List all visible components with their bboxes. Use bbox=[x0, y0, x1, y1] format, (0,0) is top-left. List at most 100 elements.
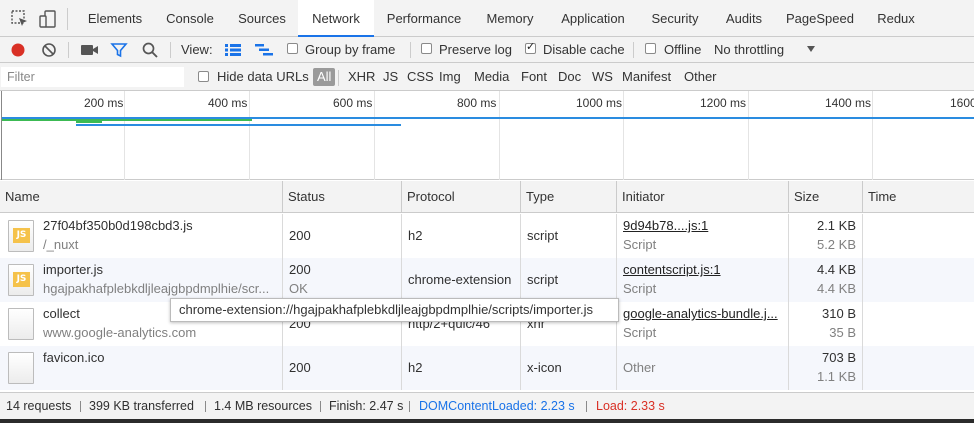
tab-application[interactable]: Application bbox=[552, 0, 634, 37]
tab-console[interactable]: Console bbox=[156, 0, 224, 37]
waterfall-overview-icon[interactable] bbox=[254, 43, 274, 57]
table-row[interactable]: 27f04bf350b0d198cbd3.js /_nuxt 200 h2 sc… bbox=[0, 214, 974, 258]
tab-network[interactable]: Network bbox=[298, 0, 374, 37]
tab-sources[interactable]: Sources bbox=[228, 0, 296, 37]
request-path: www.google-analytics.com bbox=[43, 325, 197, 340]
column-header-size[interactable]: Size bbox=[789, 181, 863, 213]
tab-pagespeed[interactable]: PageSpeed bbox=[782, 0, 858, 37]
throttling-select[interactable]: No throttling bbox=[714, 37, 784, 62]
column-header-protocol[interactable]: Protocol bbox=[402, 181, 521, 213]
filter-type-manifest[interactable]: Manifest bbox=[622, 63, 671, 91]
load-time: Load: 2.33 s bbox=[596, 399, 665, 413]
blank-file-icon bbox=[8, 308, 34, 340]
filter-type-ws[interactable]: WS bbox=[592, 63, 613, 91]
tab-elements[interactable]: Elements bbox=[78, 0, 152, 37]
filter-type-js[interactable]: JS bbox=[383, 63, 398, 91]
filter-type-all[interactable]: All bbox=[313, 68, 336, 86]
initiator-link[interactable]: contentscript.js:1 bbox=[623, 262, 721, 277]
search-icon[interactable] bbox=[141, 41, 159, 59]
group-by-frame-checkbox[interactable] bbox=[287, 43, 298, 54]
devtools-tab-bar: Elements Console Sources Network Perform… bbox=[0, 0, 974, 37]
protocol-value: h2 bbox=[408, 360, 423, 375]
protocol-value: chrome-extension bbox=[408, 272, 512, 287]
large-rows-view-icon[interactable] bbox=[224, 43, 242, 57]
hide-data-urls-checkbox[interactable] bbox=[198, 71, 209, 82]
table-row[interactable]: favicon.ico 200 h2 x-icon Other 703 B 1.… bbox=[0, 346, 974, 390]
request-name: 27f04bf350b0d198cbd3.js bbox=[43, 218, 193, 233]
filter-type-doc[interactable]: Doc bbox=[558, 63, 581, 91]
name-cell: importer.js hgajpakhafplebkdljleajgbpdmp… bbox=[0, 258, 283, 302]
type-cell: x-icon bbox=[521, 346, 617, 390]
status-cell: 200 OK bbox=[283, 258, 402, 302]
dom-content-loaded-time: DOMContentLoaded: 2.23 s bbox=[419, 399, 575, 413]
filter-funnel-icon[interactable] bbox=[110, 41, 128, 59]
tab-divider bbox=[67, 8, 68, 30]
device-toolbar-icon[interactable] bbox=[38, 9, 58, 29]
timeline-bar bbox=[76, 121, 102, 123]
group-by-frame-label: Group by frame bbox=[305, 42, 396, 57]
chevron-down-icon[interactable] bbox=[806, 45, 816, 53]
timeline-tick-label: 200 ms bbox=[84, 96, 124, 110]
request-path: hgajpakhafplebkdljleajgbpdmplhie/scr... bbox=[43, 281, 270, 296]
timeline-gridline bbox=[748, 91, 749, 180]
network-summary-bar: 14 requests 399 KB transferred 1.4 MB re… bbox=[0, 392, 974, 419]
initiator-cell: Other bbox=[617, 346, 789, 390]
tab-memory[interactable]: Memory bbox=[476, 0, 544, 37]
resource-size: 4.4 KB bbox=[816, 281, 856, 296]
timeline-tick-label: 800 ms bbox=[457, 96, 497, 110]
disable-cache-label: Disable cache bbox=[543, 42, 625, 57]
timeline-tick-label: 1200 ms bbox=[700, 96, 747, 110]
filter-type-css[interactable]: CSS bbox=[407, 63, 434, 91]
summary-divider bbox=[409, 401, 410, 412]
summary-divider bbox=[320, 401, 321, 412]
filter-input[interactable] bbox=[1, 67, 184, 87]
network-overview-timeline[interactable]: 200 ms 400 ms 600 ms 800 ms 1000 ms 1200… bbox=[0, 91, 974, 180]
summary-divider bbox=[205, 401, 206, 412]
tab-performance[interactable]: Performance bbox=[378, 0, 470, 37]
column-header-status[interactable]: Status bbox=[283, 181, 402, 213]
protocol-cell: h2 bbox=[402, 214, 521, 258]
timeline-tick-label: 1600 bbox=[950, 96, 974, 110]
column-header-name[interactable]: Name bbox=[0, 181, 283, 213]
filter-type-xhr[interactable]: XHR bbox=[348, 63, 375, 91]
transfer-size: 4.4 KB bbox=[816, 262, 856, 277]
view-label: View: bbox=[181, 42, 213, 57]
column-header-time[interactable]: Time bbox=[863, 181, 974, 213]
name-cell: 27f04bf350b0d198cbd3.js /_nuxt bbox=[0, 214, 283, 258]
transferred-size: 399 KB transferred bbox=[89, 399, 194, 413]
size-cell: 2.1 KB 5.2 KB bbox=[789, 214, 863, 258]
initiator-type: Script bbox=[623, 325, 657, 340]
filter-type-media[interactable]: Media bbox=[474, 63, 509, 91]
protocol-cell: h2 bbox=[402, 346, 521, 390]
column-header-initiator[interactable]: Initiator bbox=[617, 181, 789, 213]
screenshot-camera-icon[interactable] bbox=[80, 42, 100, 58]
timeline-tick-label: 1400 ms bbox=[825, 96, 872, 110]
transfer-size: 310 B bbox=[822, 306, 856, 321]
clear-icon[interactable] bbox=[40, 41, 58, 59]
record-icon[interactable] bbox=[9, 41, 27, 59]
filter-type-font[interactable]: Font bbox=[521, 63, 547, 91]
resource-size: 1.1 KB bbox=[816, 369, 856, 384]
inspect-element-icon[interactable] bbox=[10, 9, 30, 29]
status-code: 200 bbox=[289, 228, 311, 243]
resource-size: 5.2 KB bbox=[816, 237, 856, 252]
initiator-link[interactable]: 9d94b78....js:1 bbox=[623, 218, 708, 233]
tab-security[interactable]: Security bbox=[642, 0, 708, 37]
name-cell: favicon.ico bbox=[0, 346, 283, 390]
tab-redux[interactable]: Redux bbox=[866, 0, 926, 37]
time-cell bbox=[863, 346, 974, 390]
tab-audits[interactable]: Audits bbox=[714, 0, 774, 37]
url-tooltip: chrome-extension://hgajpakhafplebkdljlea… bbox=[170, 298, 619, 322]
preserve-log-checkbox[interactable] bbox=[421, 43, 432, 54]
filter-type-img[interactable]: Img bbox=[439, 63, 461, 91]
timeline-bar bbox=[2, 119, 252, 121]
protocol-cell: chrome-extension bbox=[402, 258, 521, 302]
disable-cache-checkbox[interactable] bbox=[525, 40, 536, 54]
timeline-gridline bbox=[1, 91, 2, 180]
column-header-type[interactable]: Type bbox=[521, 181, 617, 213]
table-row[interactable]: importer.js hgajpakhafplebkdljleajgbpdmp… bbox=[0, 258, 974, 302]
offline-checkbox[interactable] bbox=[645, 43, 656, 54]
filter-type-other[interactable]: Other bbox=[684, 63, 717, 91]
initiator-link[interactable]: google-analytics-bundle.j... bbox=[623, 306, 778, 321]
timeline-gridline bbox=[374, 91, 375, 180]
